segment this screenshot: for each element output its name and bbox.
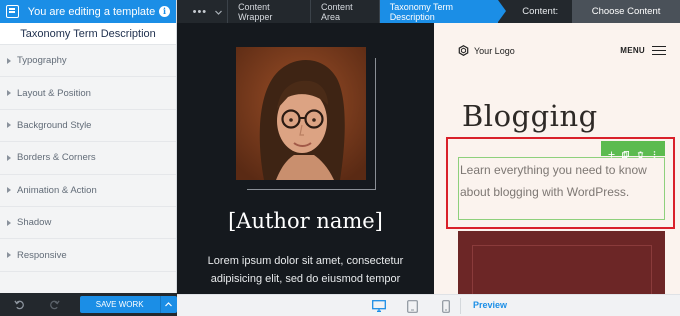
settings-panel: You are editing a template i Taxonomy Te… <box>0 0 177 316</box>
panel-footer: SAVE WORK <box>0 293 177 316</box>
caret-right-icon <box>7 90 11 97</box>
breadcrumb-taxonomy-term-description[interactable]: Taxonomy Term Description <box>378 0 506 23</box>
hamburger-icon <box>652 46 666 55</box>
caret-right-icon <box>7 187 11 194</box>
caret-right-icon <box>7 219 11 226</box>
section-layout-position[interactable]: Layout & Position <box>0 77 176 110</box>
logo-text: Your Logo <box>474 45 515 56</box>
section-label: Background Style <box>17 119 92 131</box>
section-shadow[interactable]: Shadow <box>0 206 176 240</box>
menu-label: MENU <box>620 46 645 55</box>
caret-right-icon <box>7 252 11 259</box>
section-label: Borders & Corners <box>17 152 96 164</box>
site-logo[interactable]: Your Logo <box>458 45 515 56</box>
featured-block-inner-frame <box>472 245 652 294</box>
taxonomy-term-description[interactable]: Learn everything you need to know about … <box>460 159 664 203</box>
preview-button[interactable]: Preview <box>473 300 507 310</box>
site-preview: Your Logo MENU Blogging Learn everything… <box>434 23 680 294</box>
duplicate-icon[interactable] <box>622 145 630 158</box>
section-label: Typography <box>17 55 67 67</box>
choose-content-button[interactable]: Choose Content <box>572 0 680 23</box>
editing-template-label: You are editing a template <box>27 5 156 18</box>
section-label: Layout & Position <box>17 87 91 99</box>
section-animation-action[interactable]: Animation & Action <box>0 174 176 207</box>
settings-accordion: Typography Layout & Position Background … <box>0 45 176 272</box>
section-borders-corners[interactable]: Borders & Corners <box>0 142 176 175</box>
breadcrumb-content-area[interactable]: Content Area <box>310 0 379 23</box>
section-responsive[interactable]: Responsive <box>0 239 176 272</box>
trash-icon[interactable] <box>637 145 644 158</box>
content-label: Content: <box>522 6 559 17</box>
redo-icon[interactable] <box>47 297 62 313</box>
desktop-view-icon[interactable] <box>371 298 387 314</box>
section-label: Responsive <box>17 249 67 261</box>
builder-logo-icon[interactable] <box>0 0 24 23</box>
author-canvas: [Author name] Lorem ipsum dolor sit amet… <box>177 23 434 294</box>
section-label: Animation & Action <box>17 184 97 196</box>
section-label: Shadow <box>17 217 52 229</box>
breadcrumb-content-wrapper[interactable]: Content Wrapper <box>227 0 310 23</box>
element-toolbar <box>601 141 665 158</box>
section-background-style[interactable]: Background Style <box>0 109 176 143</box>
more-dots-icon[interactable]: ••• <box>189 6 211 18</box>
element-title: Taxonomy Term Description <box>0 23 176 45</box>
device-bar: Preview <box>177 294 680 316</box>
panel-header: You are editing a template i <box>0 0 176 23</box>
caret-right-icon <box>7 57 11 64</box>
menu-toggle[interactable]: MENU <box>620 46 666 55</box>
info-icon[interactable]: i <box>159 6 170 17</box>
undo-icon[interactable] <box>12 297 27 313</box>
section-typography[interactable]: Typography <box>0 45 176 78</box>
caret-right-icon <box>7 154 11 161</box>
author-name[interactable]: [Author name] <box>177 209 434 233</box>
hexagon-logo-icon <box>458 45 469 56</box>
chevron-down-icon[interactable] <box>211 7 227 17</box>
author-photo[interactable] <box>236 47 366 180</box>
archive-title[interactable]: Blogging <box>462 99 598 133</box>
breadcrumb-bar: ••• Content Wrapper Content Area Taxonom… <box>177 0 680 23</box>
more-vertical-icon[interactable] <box>651 145 658 158</box>
mobile-view-icon[interactable] <box>441 298 451 314</box>
save-options-chevron-icon[interactable] <box>159 296 177 313</box>
save-work-button[interactable]: SAVE WORK <box>79 296 160 313</box>
editor-window: You are editing a template i Taxonomy Te… <box>0 0 680 316</box>
caret-right-icon <box>7 122 11 129</box>
tablet-view-icon[interactable] <box>406 298 418 314</box>
divider <box>460 298 461 314</box>
move-icon[interactable] <box>608 145 615 158</box>
author-bio[interactable]: Lorem ipsum dolor sit amet, consectetur … <box>187 252 424 288</box>
